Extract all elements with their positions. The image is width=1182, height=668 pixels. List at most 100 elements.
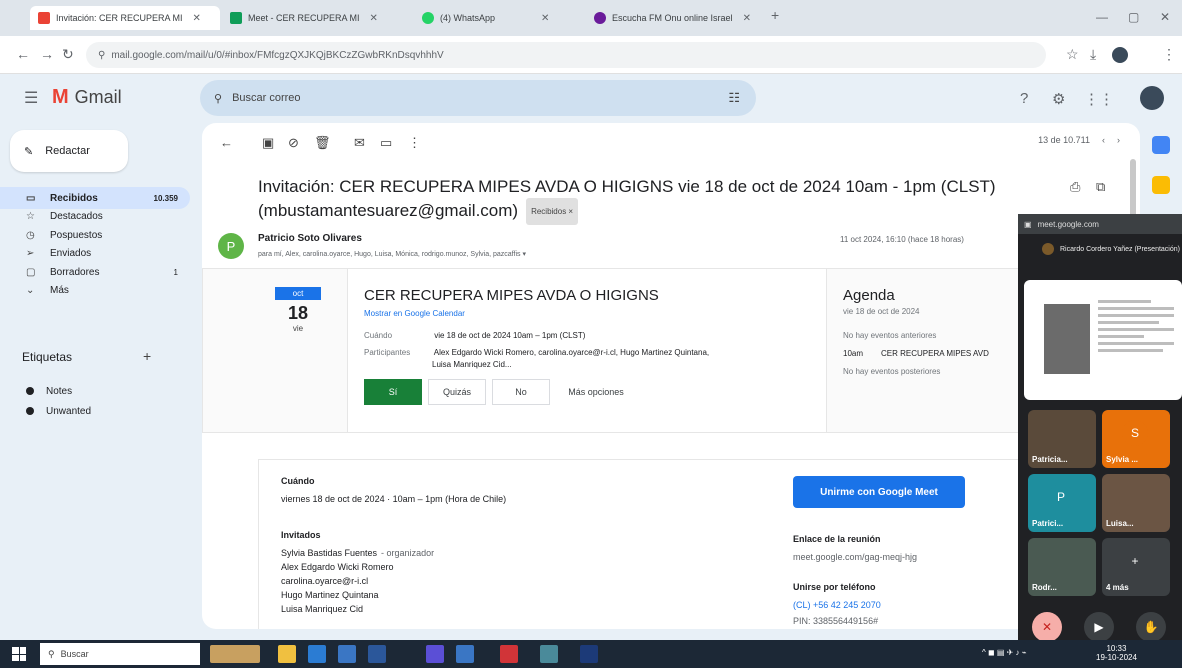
tab-radio[interactable]: Escucha FM Onu online Israel ✕ xyxy=(586,6,766,30)
label-item[interactable]: Notes xyxy=(0,380,190,402)
menu-kebab-icon[interactable]: ⋮ xyxy=(1162,46,1176,63)
tab-gmail[interactable]: Invitación: CER RECUPERA MI ✕ xyxy=(30,6,220,30)
rsvp-no-button[interactable]: No xyxy=(492,379,550,405)
who-value: Alex Edgardo Wicki Romero, carolina.oyar… xyxy=(433,348,710,357)
participant-tile[interactable]: S Sylvia ... xyxy=(1102,410,1170,468)
help-icon[interactable]: ? xyxy=(1020,90,1028,107)
report-spam-icon[interactable]: ⊘ xyxy=(288,135,299,151)
widgets-icon[interactable] xyxy=(210,645,260,663)
edge-icon[interactable] xyxy=(308,645,326,663)
sidebar-item-chevron-down[interactable]: ⌄ Más xyxy=(0,280,190,302)
chrome-icon[interactable] xyxy=(540,645,558,663)
forward-icon[interactable]: → xyxy=(40,46,54,62)
close-tab-icon[interactable]: ✕ xyxy=(370,13,378,24)
tab-meet[interactable]: Meet - CER RECUPERA MI ✕ xyxy=(222,6,412,30)
search-input[interactable]: Buscar correo xyxy=(232,92,300,104)
phone-heading: Unirse por teléfono xyxy=(793,582,876,592)
participant-tile[interactable]: Rodr... xyxy=(1028,538,1096,596)
search-box[interactable]: ⚲ Buscar correo ☷ xyxy=(200,80,756,116)
search-icon[interactable]: ⚲ xyxy=(214,92,222,105)
back-icon[interactable]: ← xyxy=(16,46,30,62)
search-filter-icon[interactable]: ☷ xyxy=(728,90,740,106)
address-bar[interactable]: ⚲ mail.google.com/mail/u/0/#inbox/FMfcgz… xyxy=(86,42,1046,68)
maximize-icon[interactable]: ▢ xyxy=(1128,10,1139,24)
next-email-icon[interactable]: › xyxy=(1117,135,1120,145)
tab-label: (4) WhatsApp xyxy=(440,13,496,23)
profile-avatar-icon[interactable] xyxy=(1112,47,1128,63)
close-tab-icon[interactable]: ✕ xyxy=(193,13,201,24)
settings-gear-icon[interactable]: ⚙ xyxy=(1052,90,1065,108)
label-item[interactable]: Unwanted xyxy=(0,400,190,422)
reload-icon[interactable]: ↻ xyxy=(62,46,74,63)
file-explorer-icon[interactable] xyxy=(278,645,296,663)
print-icon[interactable]: ⎙ xyxy=(1070,179,1080,195)
meeting-link[interactable]: meet.google.com/gag-meqj-hjg xyxy=(793,552,917,562)
slide-photo xyxy=(1044,304,1090,374)
join-google-meet-button[interactable]: Unirme con Google Meet xyxy=(793,476,965,508)
bookmark-star-icon[interactable]: ☆ xyxy=(1066,46,1079,63)
more-actions-icon[interactable]: ⋮ xyxy=(408,135,421,151)
participant-name: Patrici... xyxy=(1032,519,1064,528)
view-in-calendar-link[interactable]: Mostrar en Google Calendar xyxy=(364,309,465,318)
word-icon[interactable] xyxy=(368,645,386,663)
windows-start-icon[interactable] xyxy=(12,647,26,661)
when-value: vie 18 de oct de 2024 10am – 1pm (CLST) xyxy=(434,331,586,340)
main-menu-icon[interactable]: ☰ xyxy=(24,88,38,108)
add-label-icon[interactable]: + xyxy=(143,348,151,364)
calendar-app-icon[interactable] xyxy=(1152,136,1170,154)
details-when-heading: Cuándo xyxy=(281,476,315,486)
mark-unread-icon[interactable]: ✉ xyxy=(354,135,365,151)
photoshop-icon[interactable] xyxy=(580,645,598,663)
participant-tile[interactable]: P Patrici... xyxy=(1028,474,1096,532)
prev-email-icon[interactable]: ‹ xyxy=(1102,135,1105,145)
inbox-label-badge[interactable]: Recibidos × xyxy=(526,198,579,225)
pagination: 13 de 10.711 ‹ › xyxy=(1038,135,1120,145)
agenda-event[interactable]: CER RECUPERA MIPES AVD xyxy=(881,349,989,358)
download-icon[interactable]: ⤓ xyxy=(1090,46,1096,63)
close-window-icon[interactable]: ✕ xyxy=(1160,10,1170,24)
close-tab-icon[interactable]: ✕ xyxy=(541,13,549,24)
participant-tile[interactable]: Luisa... xyxy=(1102,474,1170,532)
open-new-window-icon[interactable]: ⧉ xyxy=(1096,179,1105,195)
outlook-icon[interactable] xyxy=(456,645,474,663)
keep-app-icon[interactable] xyxy=(1152,176,1170,194)
chevron-down-icon: ⌄ xyxy=(26,285,35,296)
delete-icon[interactable]: 🗑 xyxy=(314,135,331,151)
recipients-line[interactable]: para mí, Alex, carolina.oyarce, Hugo, Lu… xyxy=(258,250,526,258)
rsvp-maybe-button[interactable]: Quizás xyxy=(428,379,486,405)
acrobat-icon[interactable] xyxy=(500,645,518,663)
store-icon[interactable] xyxy=(338,645,356,663)
rsvp-yes-button[interactable]: Sí xyxy=(364,379,422,405)
raise-hand-icon[interactable]: ✋ xyxy=(1136,612,1166,642)
whatsapp-favicon-icon xyxy=(422,12,434,24)
camera-icon[interactable]: ▶ xyxy=(1084,612,1114,642)
sender-name[interactable]: Patricio Soto Olivares xyxy=(258,233,362,244)
apps-grid-icon[interactable]: ⋮⋮ xyxy=(1084,90,1114,108)
mic-off-icon[interactable]: ✕ xyxy=(1032,612,1062,642)
back-to-inbox-icon[interactable]: ← xyxy=(220,135,233,150)
more-options-button[interactable]: Más opciones xyxy=(556,379,636,405)
windows-taskbar: ⚲ Buscar ^ ◼ ▤ ✈ ♪ ⌁ 10:33 19-10-2024 xyxy=(0,640,1182,668)
sender-avatar[interactable]: P xyxy=(218,233,244,259)
close-tab-icon[interactable]: ✕ xyxy=(743,13,751,24)
agenda-time: 10am xyxy=(843,349,864,358)
participant-tile[interactable]: +4 más xyxy=(1102,538,1170,596)
archive-icon[interactable]: ▣ xyxy=(262,135,274,151)
sidebar-item-label: Más xyxy=(50,285,69,296)
account-avatar[interactable] xyxy=(1140,86,1164,110)
participant-tile[interactable]: Patricia... xyxy=(1028,410,1096,468)
gmail-logo[interactable]: M Gmail xyxy=(52,86,122,109)
phone-number[interactable]: (CL) +56 42 245 2070 xyxy=(793,600,881,610)
site-info-icon[interactable]: ⚲ xyxy=(98,50,105,61)
compose-button[interactable]: ✎ Redactar xyxy=(10,130,128,172)
clock[interactable]: 10:33 19-10-2024 xyxy=(1096,644,1137,662)
move-to-icon[interactable]: ▭ xyxy=(380,135,392,151)
new-tab-icon[interactable]: + xyxy=(771,7,779,23)
onenote-icon[interactable] xyxy=(426,645,444,663)
pip-titlebar: ▣ meet.google.com xyxy=(1018,214,1182,234)
taskbar-search[interactable]: ⚲ Buscar xyxy=(40,643,200,665)
minimize-icon[interactable]: — xyxy=(1096,10,1108,24)
invite-details: CER RECUPERA MIPES AVDA O HIGIGNS Mostra… xyxy=(347,269,827,432)
shared-screen xyxy=(1024,280,1182,400)
tab-whatsapp[interactable]: (4) WhatsApp ✕ xyxy=(414,6,584,30)
